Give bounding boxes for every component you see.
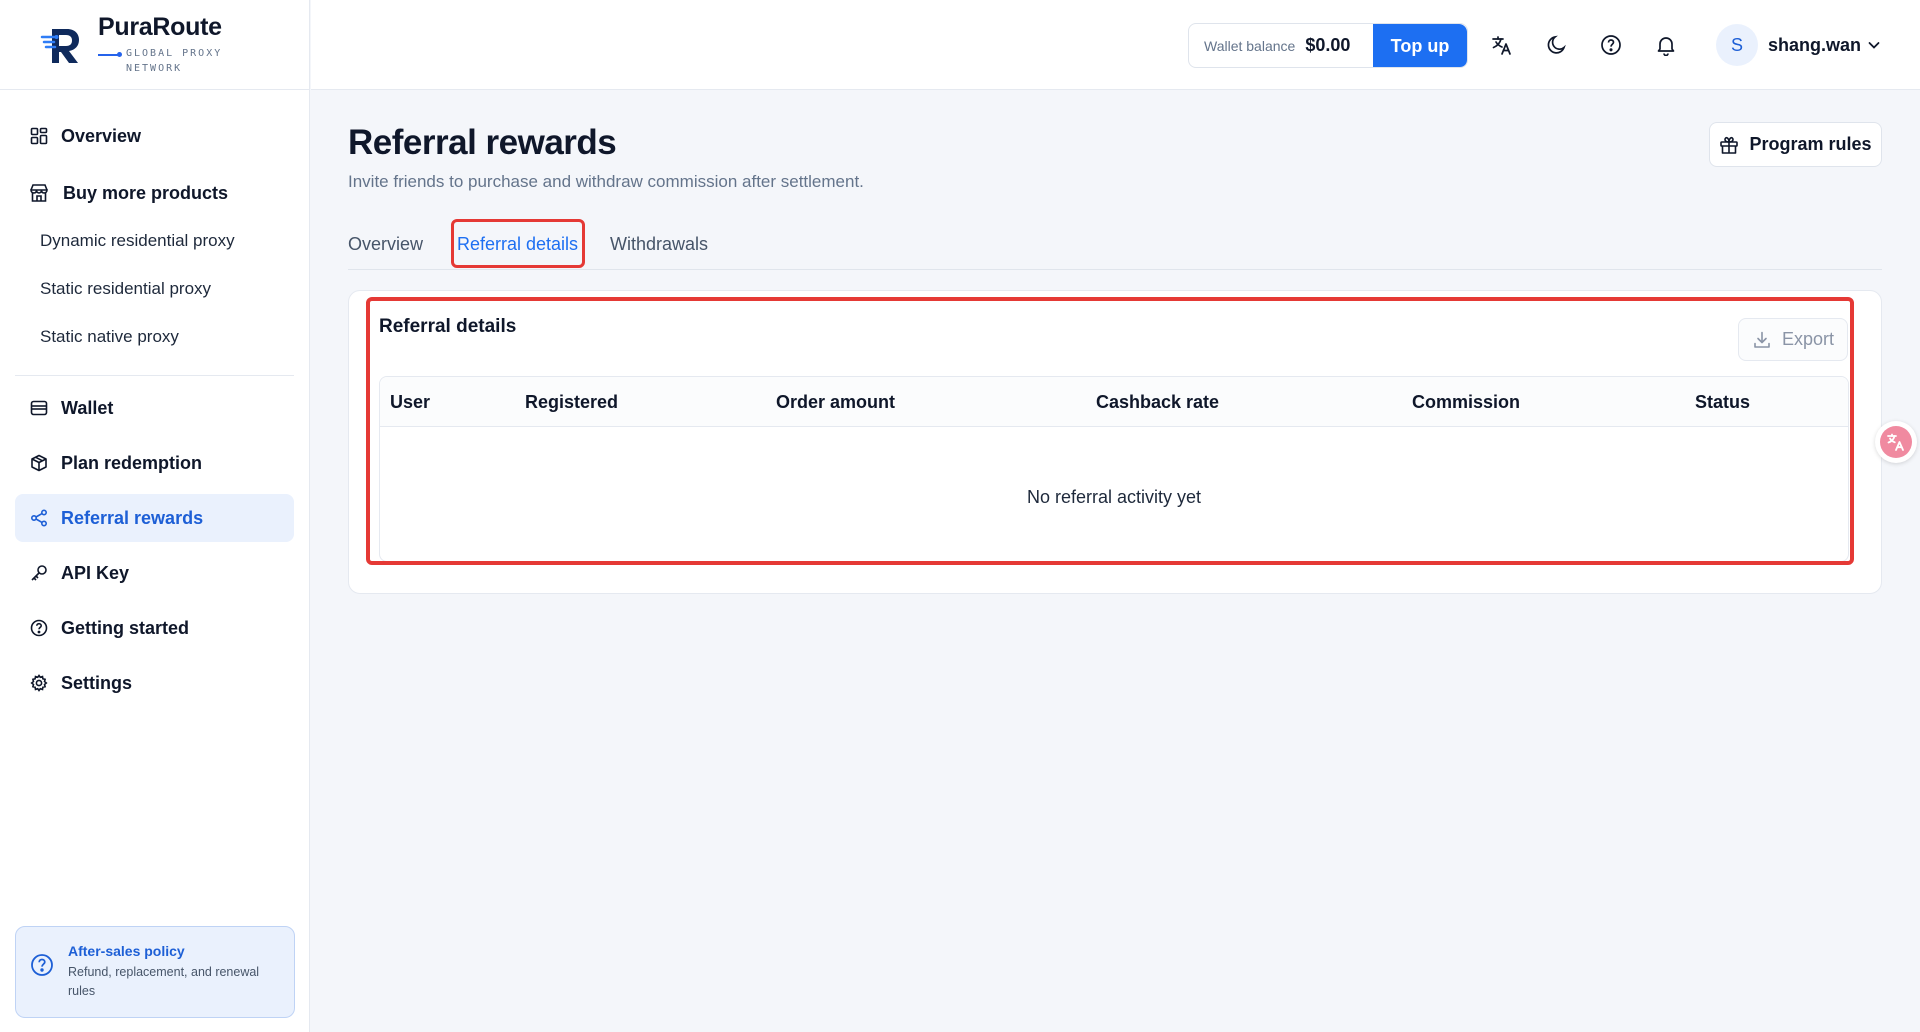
brand-tagline: GLOBAL PROXY NETWORK — [126, 48, 223, 74]
package-icon — [29, 453, 49, 473]
page-subtitle: Invite friends to purchase and withdraw … — [348, 172, 864, 191]
gear-icon — [29, 673, 49, 693]
sidebar: PuraRoute GLOBAL PROXY NETWORK Overview … — [0, 0, 310, 1032]
translate-icon — [1880, 426, 1912, 458]
sidebar-item-static-native-proxy[interactable]: Static native proxy — [15, 313, 294, 361]
column-header-order-amount: Order amount — [776, 392, 896, 412]
table-header: User Registered Order amount Cashback ra… — [380, 377, 1848, 427]
sidebar-item-label: Wallet — [61, 397, 114, 418]
avatar[interactable]: S — [1716, 24, 1758, 66]
sidebar-item-referral-rewards[interactable]: Referral rewards — [15, 494, 294, 542]
moon-icon[interactable] — [1545, 33, 1569, 57]
export-button[interactable]: Export — [1738, 318, 1848, 361]
download-icon — [1752, 330, 1772, 350]
program-rules-label: Program rules — [1749, 134, 1872, 154]
sidebar-item-wallet[interactable]: Wallet — [15, 384, 294, 432]
top-up-button[interactable]: Top up — [1373, 24, 1467, 67]
sidebar-item-plan-redemption[interactable]: Plan redemption — [15, 439, 294, 487]
sidebar-item-label: Buy more products — [63, 182, 229, 203]
brand-line-decoration — [98, 52, 122, 57]
wallet-balance-label: Wallet balance — [1204, 37, 1296, 54]
tab-overview[interactable]: Overview — [348, 220, 423, 268]
gift-icon — [1719, 135, 1739, 155]
tabs: Overview Referral details Withdrawals — [348, 220, 1882, 270]
card-title: Referral details — [379, 316, 517, 337]
sidebar-item-static-residential-proxy[interactable]: Static residential proxy — [15, 265, 294, 313]
store-icon — [29, 183, 49, 203]
purarout-logo-icon — [40, 23, 84, 67]
after-sales-policy-card[interactable]: After-sales policy Refund, replacement, … — [15, 926, 295, 1018]
grid-icon — [29, 126, 49, 146]
column-header-commission: Commission — [1412, 392, 1521, 412]
sidebar-item-buy-more-products[interactable]: Buy more products — [15, 169, 294, 217]
column-header-user: User — [390, 392, 431, 412]
brand-name: PuraRoute — [98, 13, 222, 41]
help-circle-icon — [30, 953, 54, 977]
policy-title: After-sales policy — [68, 943, 185, 959]
wallet-icon — [29, 398, 49, 418]
sidebar-divider — [15, 375, 294, 376]
tab-withdrawals[interactable]: Withdrawals — [610, 220, 708, 268]
sidebar-item-getting-started[interactable]: Getting started — [15, 604, 294, 652]
column-header-cashback-rate: Cashback rate — [1096, 392, 1220, 412]
translate-icon[interactable] — [1490, 33, 1514, 57]
help-icon[interactable] — [1599, 33, 1623, 57]
sidebar-item-label: Plan redemption — [61, 452, 203, 473]
wallet-balance-amount: $0.00 — [1305, 35, 1351, 55]
key-icon — [29, 563, 49, 583]
chevron-down-icon[interactable] — [1866, 37, 1882, 53]
empty-state-text: No referral activity yet — [1026, 487, 1202, 507]
wallet-balance-box: Wallet balance $0.00 Top up — [1188, 23, 1468, 68]
column-header-status: Status — [1695, 392, 1751, 412]
brand[interactable]: PuraRoute GLOBAL PROXY NETWORK — [0, 0, 309, 90]
sidebar-nav: Overview Buy more products Dynamic resid… — [0, 112, 309, 707]
column-header-registered: Registered — [525, 392, 619, 412]
sidebar-item-dynamic-residential-proxy[interactable]: Dynamic residential proxy — [15, 217, 294, 265]
tab-referral-details[interactable]: Referral details — [457, 220, 578, 268]
referral-table: User Registered Order amount Cashback ra… — [379, 376, 1849, 562]
sidebar-item-api-key[interactable]: API Key — [15, 549, 294, 597]
page-title: Referral rewards — [348, 123, 617, 162]
bell-icon[interactable] — [1654, 33, 1678, 57]
sidebar-item-overview[interactable]: Overview — [15, 112, 294, 160]
sidebar-item-label: API Key — [61, 562, 130, 583]
share-icon — [29, 508, 49, 528]
sidebar-item-label: Referral rewards — [61, 507, 204, 528]
policy-description: Refund, replacement, and renewal rules — [68, 965, 260, 998]
username[interactable]: shang.wan — [1768, 35, 1861, 56]
sidebar-item-label: Overview — [61, 125, 142, 146]
sidebar-item-settings[interactable]: Settings — [15, 659, 294, 707]
topbar: Wallet balance $0.00 Top up S shang.wan — [311, 0, 1920, 90]
export-label: Export — [1781, 329, 1835, 349]
help-circle-icon — [29, 618, 49, 638]
sidebar-item-label: Settings — [61, 672, 133, 693]
program-rules-button[interactable]: Program rules — [1709, 122, 1882, 167]
sidebar-item-label: Getting started — [61, 617, 190, 638]
floating-translate-button[interactable] — [1875, 421, 1917, 463]
